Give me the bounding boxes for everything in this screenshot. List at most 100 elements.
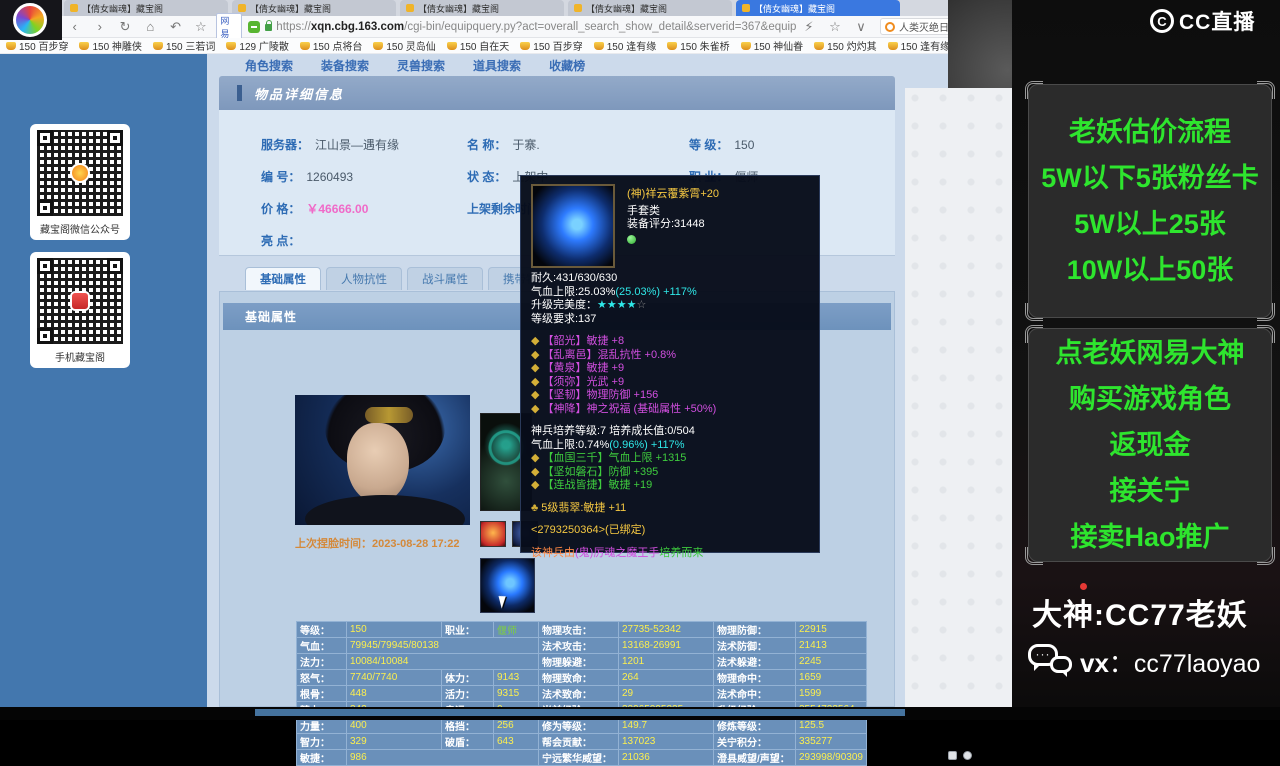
tab-favicon bbox=[70, 4, 78, 12]
gem-orb-icon bbox=[627, 234, 636, 244]
gem-line-5: ◆ 【坚韧】物理防御 +156 bbox=[531, 389, 659, 401]
stat-value: 7740/7740 bbox=[346, 669, 442, 686]
price-label: 价 格： bbox=[261, 202, 301, 216]
perfect-line: 升级完美度：★★★★☆ bbox=[531, 299, 647, 311]
attr-tab-2[interactable]: 人物抗性 bbox=[326, 267, 402, 290]
browser-tab-4[interactable]: 【倩女幽魂】藏宝阁 bbox=[568, 0, 732, 16]
page-nav-tab-2[interactable]: 装备搜索 bbox=[321, 57, 369, 74]
share-icon[interactable] bbox=[948, 751, 957, 760]
bookmark-item-10[interactable]: 150 朱雀桥 bbox=[667, 38, 730, 53]
page-nav-tab-1[interactable]: 角色搜索 bbox=[245, 57, 293, 74]
bookmark-label: 150 逢有缘 bbox=[606, 42, 657, 53]
page-nav-tab-5[interactable]: 收藏榜 bbox=[549, 57, 585, 74]
tab-title: 【倩女幽魂】藏宝阁 bbox=[418, 3, 500, 14]
red-dot bbox=[1080, 583, 1087, 590]
bonus-line-2: ◆ 【坚如磐石】防御 +395 bbox=[531, 465, 659, 478]
ssl-lock-icon bbox=[264, 20, 273, 31]
level-req-line: 等级要求:137 bbox=[531, 312, 597, 325]
qr-center-logo bbox=[70, 291, 90, 311]
feedback-icon[interactable] bbox=[963, 751, 972, 760]
stat-value: 10084/10084 bbox=[346, 653, 539, 670]
name-label: 名 称： bbox=[467, 138, 507, 152]
table-row: 根骨： 448 活力： 9315 法术致命： 29 法术命中： 1599 bbox=[296, 685, 867, 702]
bookmark-item-4[interactable]: 129 广陵散 bbox=[226, 38, 289, 53]
table-row: 等级： 150 职业： 偃师 物理攻击： 27735-52342 物理防御： 22915 bbox=[296, 621, 867, 638]
gem-line-6: ◆ 【神降】神之祝福 (基础属性 +50%) bbox=[531, 402, 717, 415]
durability-line: 耐久:431/630/630 bbox=[531, 272, 618, 284]
stat-value: 9143 bbox=[493, 669, 539, 686]
dropdown-chevron-icon[interactable]: ∨ bbox=[848, 19, 874, 35]
netease-badge: 网易 bbox=[216, 12, 242, 41]
tab-title: 【倩女幽魂】藏宝阁 bbox=[586, 3, 668, 14]
bonus-lines: ◆ 【血国三千】气血上限 +1315 ◆ 【坚如磐石】防御 +395 ◆ 【连战皆捷】敏捷… bbox=[531, 452, 809, 493]
bonus-line-1: ◆ 【血国三千】气血上限 +1315 bbox=[531, 452, 687, 464]
browser-tab-1[interactable]: 【倩女幽魂】藏宝阁 bbox=[64, 0, 228, 16]
bookmark-label: 150 百步穿 bbox=[533, 42, 583, 53]
youdao-icon[interactable] bbox=[247, 20, 260, 33]
ingot-icon bbox=[520, 41, 531, 50]
stat-label: 法力： bbox=[296, 653, 347, 670]
ingot-icon bbox=[887, 41, 898, 50]
bookmark-item-8[interactable]: 150 百步穿 bbox=[520, 38, 583, 53]
home-icon[interactable]: ⌂ bbox=[138, 19, 163, 34]
stat-value: 150 bbox=[346, 621, 442, 638]
bookmark-label: 150 神雕侠 bbox=[92, 42, 142, 53]
flash-icon[interactable]: ⚡ bbox=[796, 19, 822, 35]
page-nav-tab-4[interactable]: 道具搜索 bbox=[473, 57, 521, 74]
character-portrait bbox=[295, 395, 470, 525]
server-value: 江山景—遇有缘 bbox=[315, 138, 400, 152]
overlay-text-line-1: 点老妖网易大神 bbox=[1055, 338, 1245, 368]
browser-logo-icon[interactable] bbox=[13, 3, 47, 37]
stat-label: 怒气： bbox=[296, 669, 347, 686]
browser-window: 【倩女幽魂】藏宝阁 【倩女幽魂】藏宝阁 【倩女幽魂】藏宝阁 【倩女幽魂】藏宝阁 【倩女幽… bbox=[0, 0, 1061, 766]
attr-tab-1[interactable]: 基础属性 bbox=[245, 267, 321, 290]
bookmark-item-12[interactable]: 150 灼灼其 bbox=[814, 38, 877, 53]
bookmark-star-icon[interactable]: ☆ bbox=[822, 19, 848, 35]
overlay-text-line-2: 购买游戏角色 bbox=[1069, 384, 1231, 414]
refresh-icon[interactable]: ↻ bbox=[112, 19, 137, 35]
bookmark-item-3[interactable]: 150 三若词 bbox=[152, 38, 215, 53]
bookmark-label: 150 朱雀桥 bbox=[680, 42, 730, 53]
stars-filled: ★★★★ bbox=[597, 299, 637, 311]
browser-tab-3[interactable]: 【倩女幽魂】藏宝阁 bbox=[400, 0, 564, 16]
bookmark-item-11[interactable]: 150 神仙眷 bbox=[740, 38, 803, 53]
tab-favicon bbox=[742, 4, 750, 12]
favorite-star-icon[interactable]: ☆ bbox=[188, 19, 213, 35]
stat-value: 335277 bbox=[795, 733, 867, 750]
forward-icon[interactable]: › bbox=[87, 19, 112, 34]
bookmark-item-2[interactable]: 150 神雕侠 bbox=[79, 38, 142, 53]
stat-label: 物理躲避： bbox=[538, 653, 619, 670]
address-bar[interactable]: https://xqn.cbg.163.com/cgi-bin/equipque… bbox=[276, 21, 796, 33]
bookmark-item-1[interactable]: 150 百步穿 bbox=[6, 38, 68, 53]
browser-tab-2[interactable]: 【倩女幽魂】藏宝阁 bbox=[232, 0, 396, 16]
item-icon-small-1[interactable] bbox=[480, 521, 506, 547]
stat-label: 智力： bbox=[296, 733, 347, 750]
bookmark-item-9[interactable]: 150 逢有缘 bbox=[593, 38, 657, 53]
tab-title: 【倩女幽魂】藏宝阁 bbox=[754, 3, 836, 14]
stage: 【倩女幽魂】藏宝阁 【倩女幽魂】藏宝阁 【倩女幽魂】藏宝阁 【倩女幽魂】藏宝阁 【倩女幽… bbox=[0, 0, 1280, 766]
star-empty: ☆ bbox=[636, 299, 647, 311]
undo-icon[interactable]: ↶ bbox=[163, 19, 188, 35]
bookmark-item-13[interactable]: 150 逢有缘 bbox=[887, 38, 950, 53]
tab-title: 【倩女幽魂】藏宝阁 bbox=[82, 3, 164, 14]
bookmark-item-6[interactable]: 150 灵岛仙 bbox=[373, 38, 436, 53]
gem-line-3: ◆ 【黄泉】敏捷 +9 bbox=[531, 362, 625, 374]
overlay-text-line-3: 返现金 bbox=[1109, 430, 1191, 460]
tab-favicon bbox=[406, 4, 414, 12]
page-nav-tab-3[interactable]: 灵兽搜索 bbox=[397, 57, 445, 74]
back-icon[interactable]: ‹ bbox=[62, 19, 87, 34]
bookmark-item-5[interactable]: 150 点将台 bbox=[299, 38, 362, 53]
browser-navbar: ‹ › ↻ ⌂ ↶ ☆ 网易 https://xqn.cbg.163.com/c… bbox=[62, 12, 1012, 41]
browser-tab-5[interactable]: 【倩女幽魂】藏宝阁 bbox=[736, 0, 900, 16]
clover-icon: ♣ bbox=[531, 501, 539, 514]
stat-value: 79945/79945/80138 bbox=[346, 637, 539, 654]
tab-title: 【倩女幽魂】藏宝阁 bbox=[250, 3, 332, 14]
highlight-label: 亮 点： bbox=[261, 234, 301, 248]
ingot-icon bbox=[226, 41, 237, 50]
attr-tab-3[interactable]: 战斗属性 bbox=[407, 267, 483, 290]
bookmark-item-7[interactable]: 150 自在天 bbox=[446, 38, 509, 53]
item-score: 装备评分:31448 bbox=[627, 218, 705, 230]
stat-label: 物理攻击： bbox=[538, 621, 619, 638]
bookmark-label: 150 灵岛仙 bbox=[386, 42, 436, 53]
ingot-icon bbox=[6, 41, 16, 50]
